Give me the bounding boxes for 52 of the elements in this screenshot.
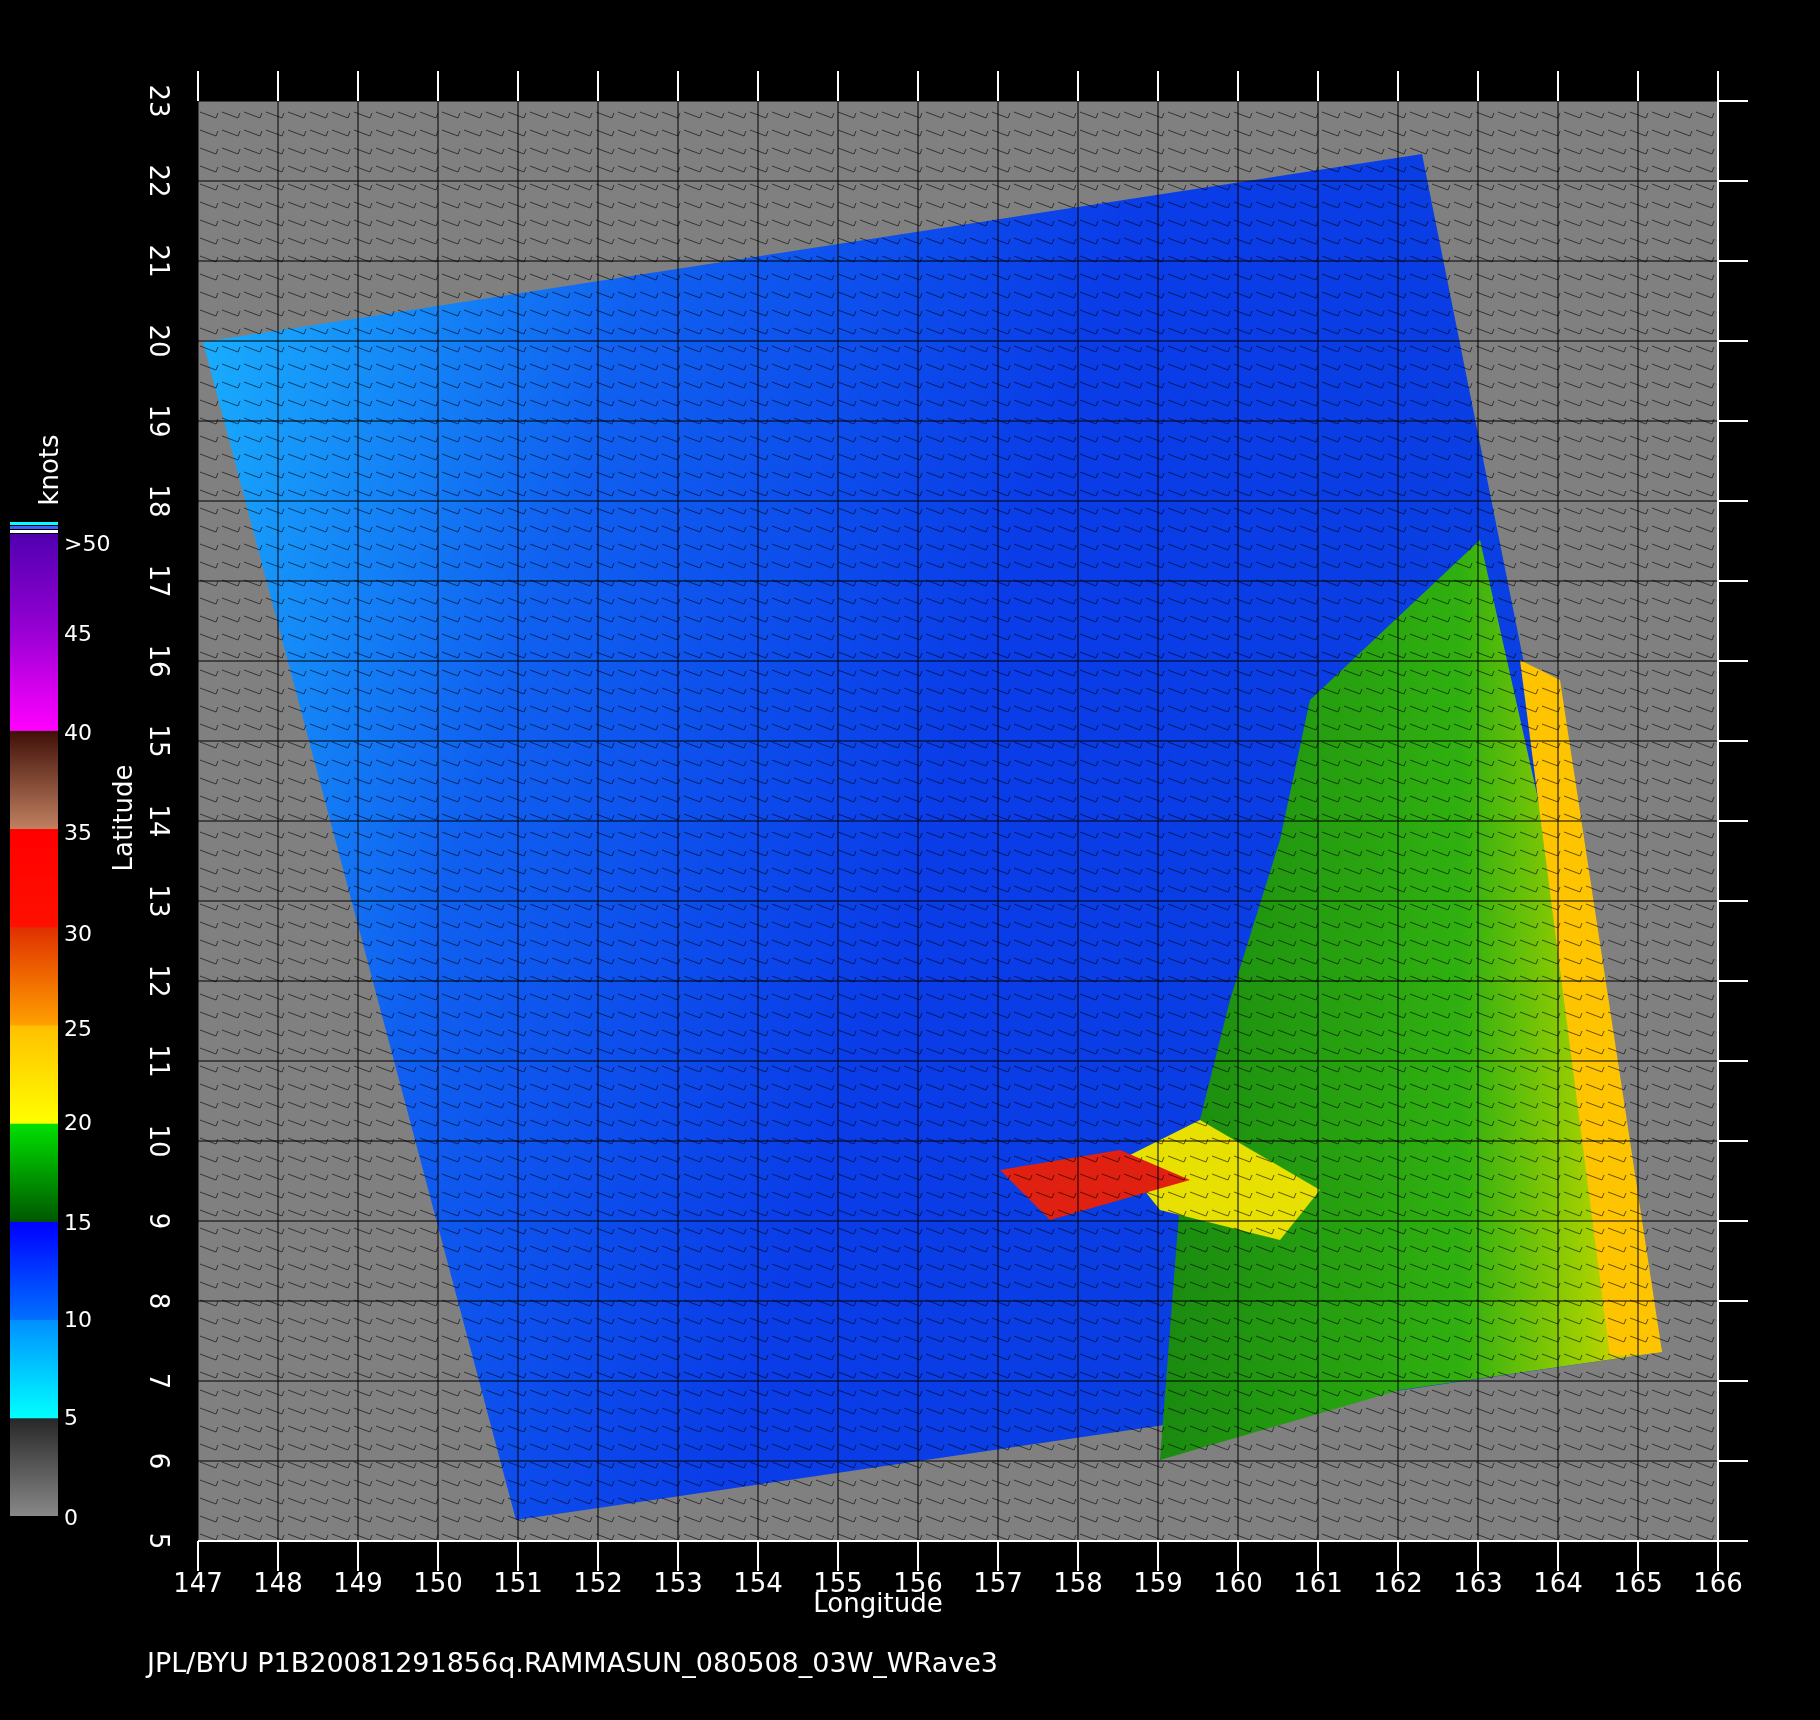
latitude-tick-label: 15	[144, 724, 174, 758]
colorbar-label: 25	[64, 1016, 92, 1041]
latitude-tick-label: 5	[144, 1532, 174, 1550]
latitude-tick-label: 19	[144, 404, 174, 438]
longitude-tick-label: 149	[333, 1568, 383, 1598]
colorbar-label: 15	[64, 1210, 92, 1235]
latitude-tick-label: 13	[144, 884, 174, 918]
colorbar-label: 10	[64, 1307, 92, 1332]
longitude-tick-label: 166	[1693, 1568, 1743, 1598]
longitude-tick-label: 165	[1613, 1568, 1663, 1598]
longitude-tick-label: 161	[1293, 1568, 1343, 1598]
latitude-tick-label: 17	[144, 564, 174, 598]
longitude-tick-label: 160	[1213, 1568, 1263, 1598]
longitude-tick-label: 164	[1533, 1568, 1583, 1598]
latitude-tick-label: 21	[144, 244, 174, 278]
latitude-tick-label: 18	[144, 484, 174, 518]
colorbar-title: knots	[34, 434, 64, 506]
longitude-tick-label: 159	[1133, 1568, 1183, 1598]
colorbar-label: 0	[64, 1505, 78, 1530]
colorbar-label: >50	[64, 531, 111, 556]
longitude-tick-label: 153	[653, 1568, 703, 1598]
latitude-tick-label: 12	[144, 964, 174, 998]
latitude-tick-label: 10	[144, 1124, 174, 1158]
latitude-tick-label: 23	[144, 84, 174, 118]
longitude-tick-label: 147	[173, 1568, 223, 1598]
image-caption: JPL/BYU P1B20081291856q.RAMMASUN_080508_03W_WRave3	[147, 1647, 999, 1678]
latitude-tick-label: 6	[144, 1452, 174, 1470]
colorbar-label: 45	[64, 621, 92, 646]
longitude-tick-label: 154	[733, 1568, 783, 1598]
longitude-tick-label: 157	[973, 1568, 1023, 1598]
latitude-tick-label: 8	[144, 1292, 174, 1310]
longitude-tick-label: 151	[493, 1568, 543, 1598]
colorbar-label: 30	[64, 921, 92, 946]
longitude-tick-label: 163	[1453, 1568, 1503, 1598]
y-axis-title: Latitude	[108, 764, 138, 872]
latitude-tick-label: 22	[144, 164, 174, 198]
longitude-tick-label: 158	[1053, 1568, 1103, 1598]
latitude-tick-label: 7	[144, 1372, 174, 1390]
latitude-tick-label: 14	[144, 804, 174, 838]
longitude-tick-label: 148	[253, 1568, 303, 1598]
longitude-tick-label: 152	[573, 1568, 623, 1598]
longitude-tick-label: 150	[413, 1568, 463, 1598]
colorbar-top-stripes	[10, 522, 58, 533]
colorbar-label: 40	[64, 720, 92, 745]
longitude-tick-label: 162	[1373, 1568, 1423, 1598]
latitude-tick-label: 20	[144, 324, 174, 358]
latitude-tick-label: 11	[144, 1044, 174, 1078]
colorbar-label: 35	[64, 820, 92, 845]
latitude-tick-label: 16	[144, 644, 174, 678]
latitude-tick-label: 9	[144, 1212, 174, 1230]
colorbar-label: 5	[64, 1405, 78, 1430]
colorbar-label: 20	[64, 1110, 92, 1135]
